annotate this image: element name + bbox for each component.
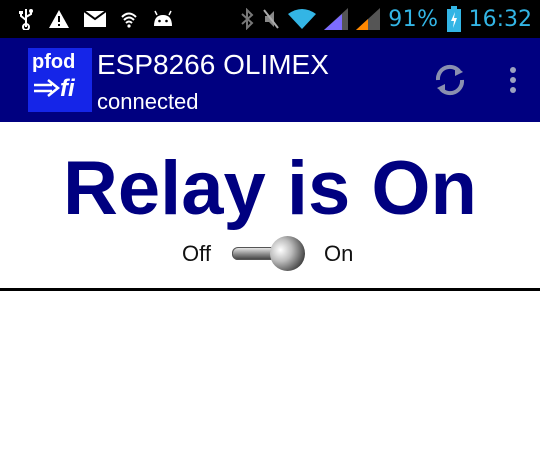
refresh-button[interactable] [428,60,472,104]
android-icon [152,10,174,28]
device-title: ESP8266 OLIMEX [97,49,329,80]
toggle-knob[interactable] [270,236,305,271]
bluetooth-icon [240,8,254,30]
mute-icon [262,8,280,30]
system-icons: 91% 16:32 [240,6,532,32]
relay-status-heading: Relay is On [63,146,477,231]
refresh-icon [432,62,468,103]
connection-status: connected [97,89,199,114]
notification-icons [18,8,174,30]
signal-bar-purple-icon [324,8,349,30]
clock: 16:32 [468,6,532,32]
logo-text-top: pfod [32,51,76,73]
switch-on-label: On [324,241,354,266]
warning-icon [48,9,70,29]
battery-charging-icon [446,6,461,32]
relay-switch-row: Off On [0,234,540,274]
status-bar: 91% 16:32 [0,0,540,38]
battery-percent: 91% [388,6,439,32]
wifi-icon [288,8,317,30]
overflow-menu-icon [509,66,517,99]
divider [0,288,540,291]
app-logo: pfod fi [28,48,92,112]
signal-bar-orange-icon [356,8,381,30]
wifi-small-icon [120,10,138,28]
action-bar: pfod fi ESP8266 OLIMEX connected [0,38,540,122]
usb-icon [18,8,34,30]
switch-off-label: Off [182,241,211,266]
relay-toggle-switch[interactable] [232,236,306,272]
email-icon [84,11,106,27]
overflow-menu-button[interactable] [498,60,528,104]
main-content: Relay is On Off On [0,122,540,450]
arrow-right-icon [34,78,61,103]
logo-text-bottom: fi [60,75,75,102]
